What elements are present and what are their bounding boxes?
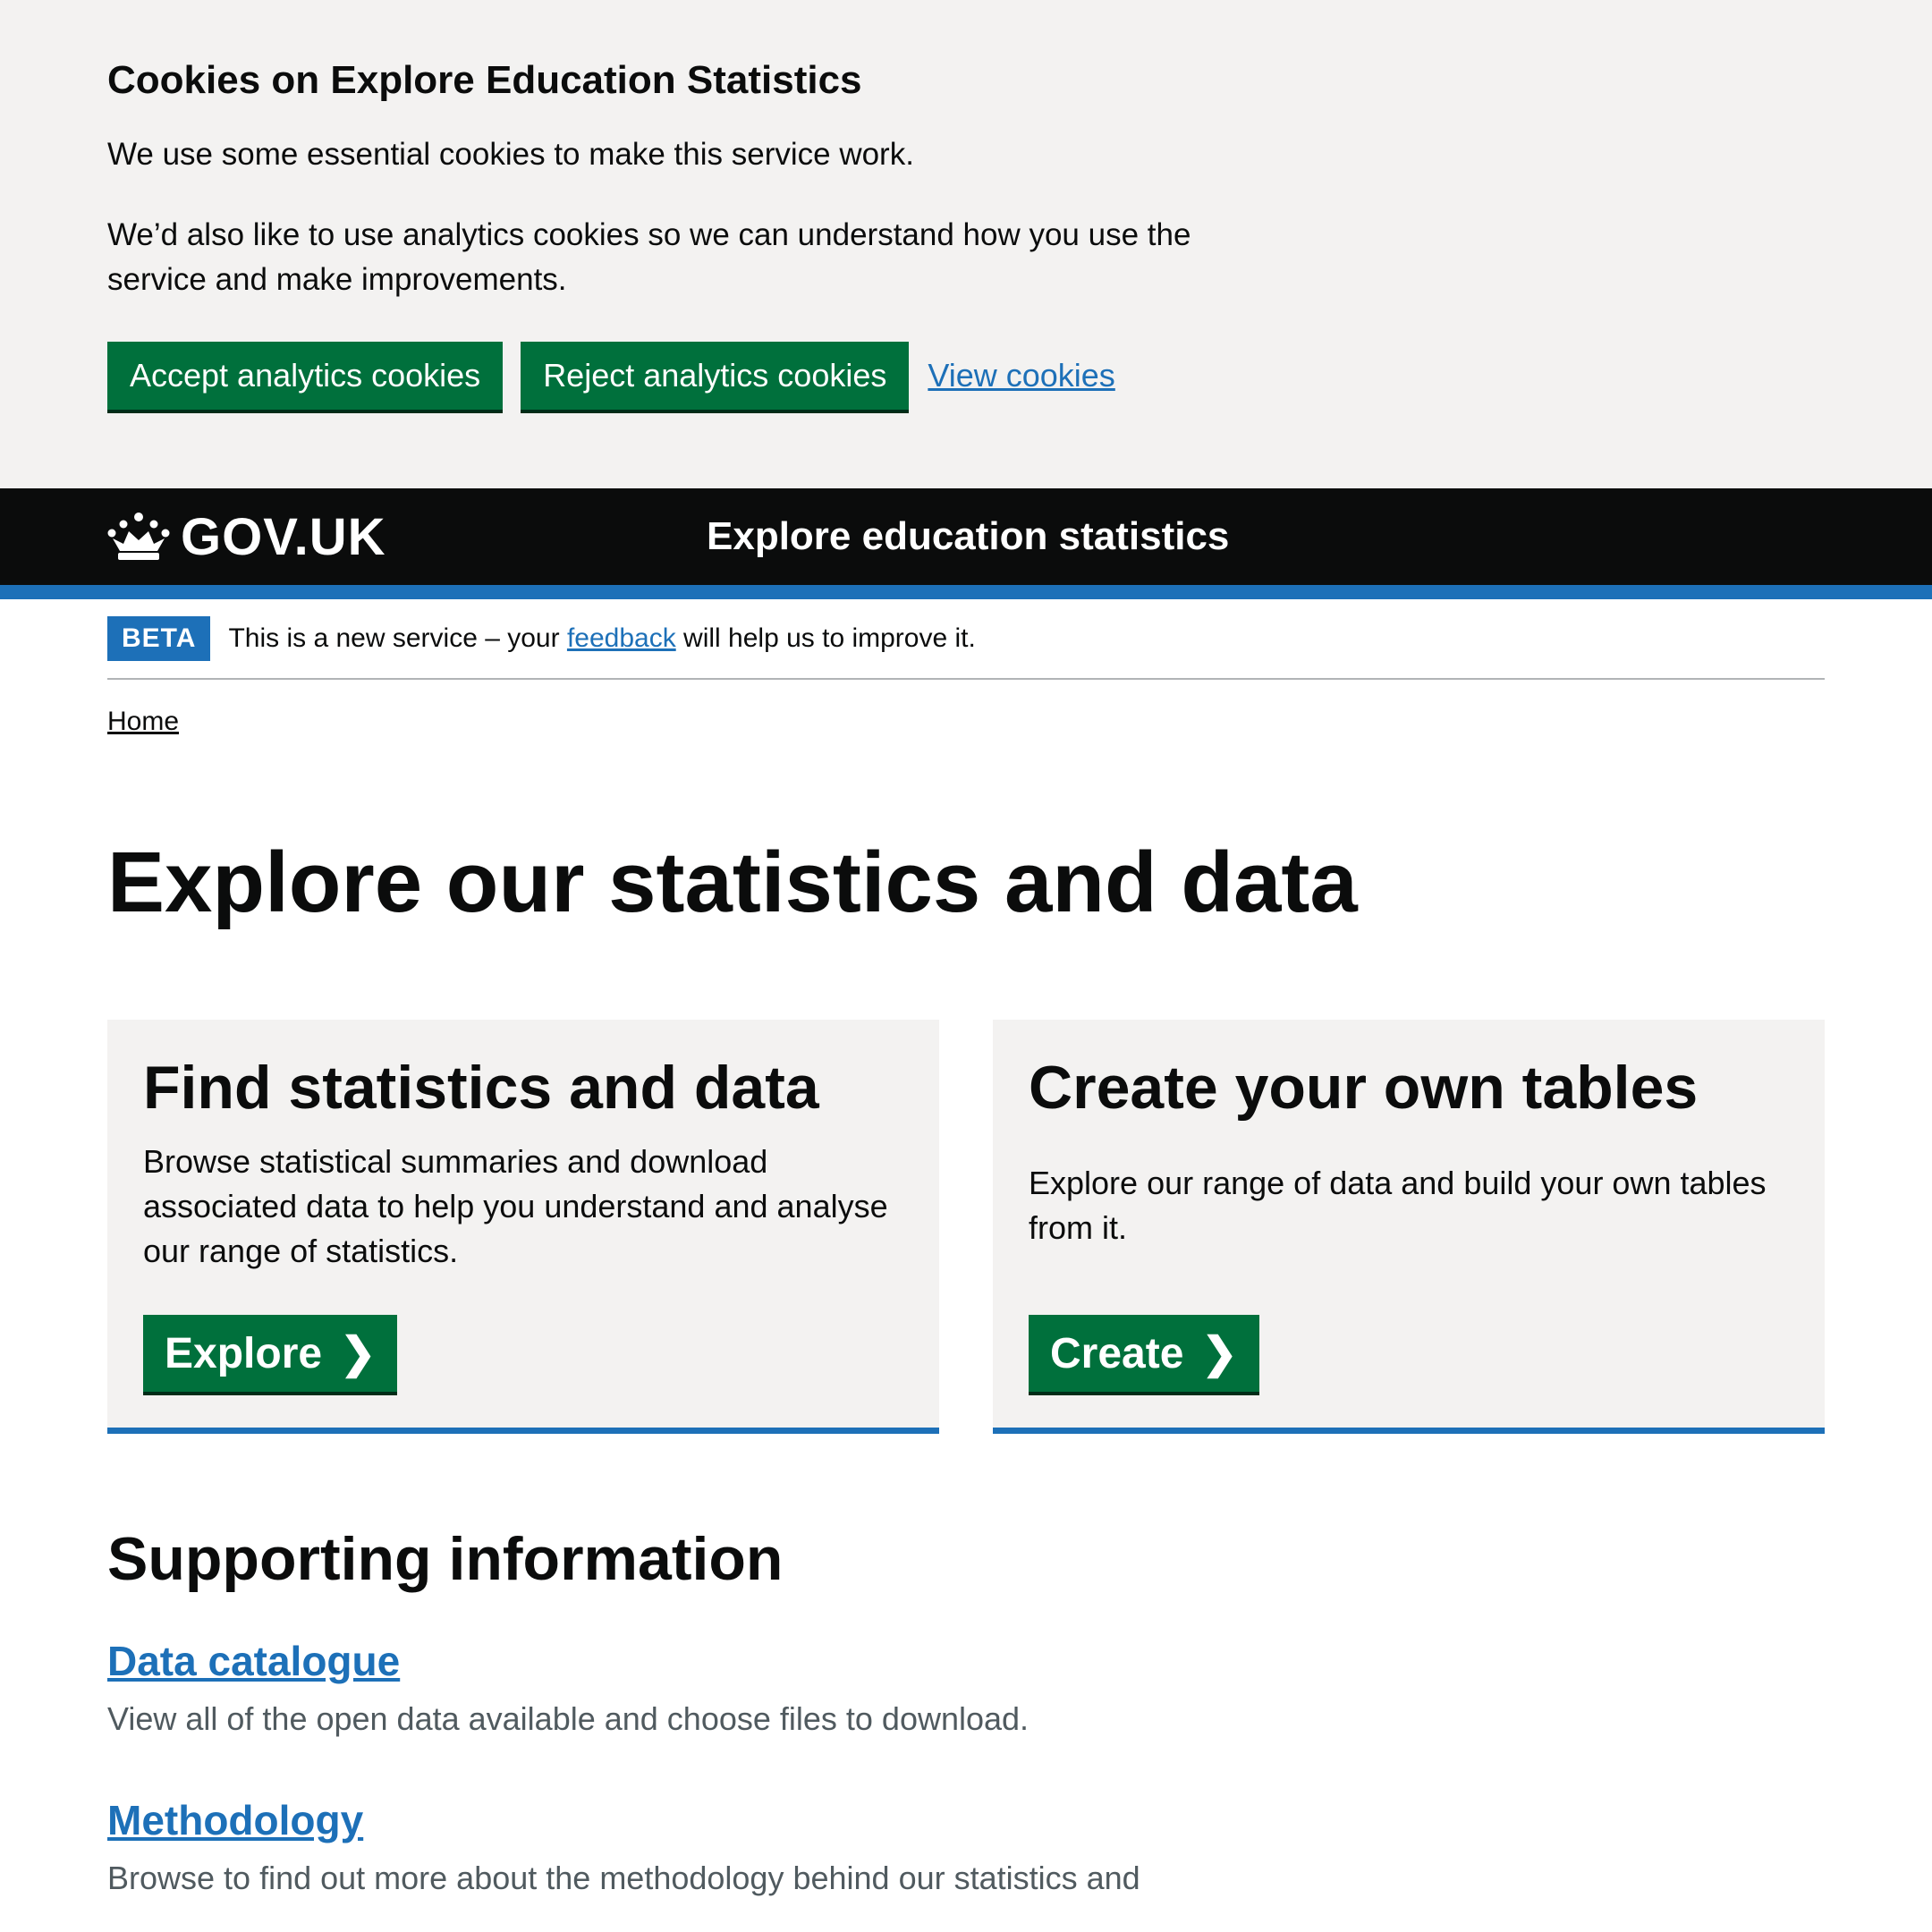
- service-name-link[interactable]: Explore education statistics: [707, 488, 1229, 585]
- chevron-right-icon: ❯: [1201, 1330, 1238, 1377]
- support-item-data-catalogue: Data catalogue View all of the open data…: [107, 1634, 1825, 1741]
- view-cookies-link[interactable]: View cookies: [928, 357, 1114, 394]
- find-statistics-card: Find statistics and data Browse statisti…: [107, 1020, 939, 1434]
- feedback-link[interactable]: feedback: [567, 623, 676, 653]
- phase-text-after: will help us to improve it.: [675, 623, 976, 653]
- cookie-banner: Cookies on Explore Education Statistics …: [0, 0, 1932, 488]
- data-catalogue-description: View all of the open data available and …: [107, 1700, 1030, 1737]
- phase-text-before: This is a new service – your: [228, 623, 567, 653]
- beta-tag: BETA: [107, 616, 211, 661]
- supporting-information-heading: Supporting information: [107, 1525, 784, 1593]
- methodology-description: Browse to find out more about the method…: [107, 1860, 1140, 1896]
- card-title: Find statistics and data: [143, 1054, 819, 1122]
- create-button[interactable]: Create ❯: [1029, 1315, 1259, 1392]
- cookie-actions: Accept analytics cookies Reject analytic…: [107, 342, 1825, 410]
- explore-button[interactable]: Explore ❯: [143, 1315, 398, 1392]
- accept-cookies-button[interactable]: Accept analytics cookies: [107, 342, 504, 410]
- cookie-banner-text-essential: We use some essential cookies to make th…: [107, 137, 914, 172]
- data-catalogue-link[interactable]: Data catalogue: [107, 1638, 400, 1684]
- support-item-methodology: Methodology Browse to find out more abou…: [107, 1793, 1825, 1901]
- chevron-right-icon: ❯: [340, 1330, 377, 1377]
- page-title: Explore our statistics and data: [107, 835, 1358, 930]
- breadcrumb-home-link[interactable]: Home: [107, 707, 179, 736]
- cookie-banner-text-analytics: We’d also like to use analytics cookies …: [107, 217, 1191, 297]
- cookie-banner-title: Cookies on Explore Education Statistics: [107, 58, 862, 102]
- govuk-logo-text: GOV.UK: [181, 507, 386, 566]
- crown-icon: [107, 513, 170, 560]
- main-content: Home Explore our statistics and data Fin…: [0, 707, 1932, 1901]
- card-description: Browse statistical summaries and downloa…: [143, 1143, 888, 1269]
- methodology-link[interactable]: Methodology: [107, 1797, 363, 1843]
- create-button-label: Create: [1050, 1329, 1184, 1377]
- create-tables-card: Create your own tables Explore our range…: [993, 1020, 1825, 1434]
- phase-banner: BETA This is a new service – your feedba…: [107, 599, 1825, 680]
- reject-cookies-button[interactable]: Reject analytics cookies: [521, 342, 910, 410]
- phase-banner-text: This is a new service – your feedback wi…: [228, 623, 975, 654]
- card-description: Explore our range of data and build your…: [1029, 1165, 1767, 1246]
- site-header: GOV.UK Explore education statistics: [0, 488, 1932, 585]
- breadcrumb: Home: [107, 707, 1825, 737]
- action-cards: Find statistics and data Browse statisti…: [107, 1020, 1825, 1434]
- govuk-logo-link[interactable]: GOV.UK: [107, 488, 386, 585]
- card-title: Create your own tables: [1029, 1054, 1699, 1122]
- explore-button-label: Explore: [165, 1329, 323, 1377]
- header-blue-bar: [0, 585, 1932, 599]
